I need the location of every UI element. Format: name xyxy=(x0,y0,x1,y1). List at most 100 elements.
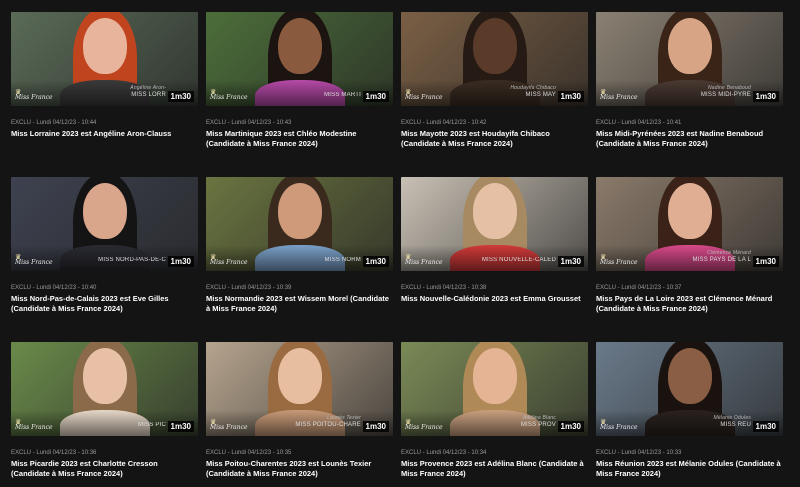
video-card[interactable]: ♛ Miss France Houdayifa Chibaco MISS MAY 1… xyxy=(401,12,588,149)
miss-france-logo: ♛ Miss France xyxy=(600,89,638,101)
duration-badge: 1m30 xyxy=(167,421,194,432)
logo-text: Miss France xyxy=(15,259,53,266)
video-card[interactable]: ♛ Miss France MISS NORM 1m30 EXCLU - Lund… xyxy=(206,177,393,314)
thumbnail-face xyxy=(667,18,712,74)
video-title[interactable]: Miss Mayotte 2023 est Houdayifa Chibaco … xyxy=(401,129,588,149)
thumbnail-face xyxy=(472,348,517,404)
miss-france-logo: ♛ Miss France xyxy=(405,419,443,431)
thumbnail-caption-title: MISS PAYS DE LA L xyxy=(692,257,751,263)
video-thumbnail[interactable]: ♛ Miss France Lounès Texier MISS POITOU-CH… xyxy=(206,342,393,436)
thumbnail-caption-title: MISS MIDI-PYRE xyxy=(700,92,751,98)
thumbnail-caption: Lounès Texier MISS POITOU-CHARE xyxy=(295,415,361,429)
video-title[interactable]: Miss Réunion 2023 est Mélanie Odules (Ca… xyxy=(596,459,783,479)
logo-text: Miss France xyxy=(600,424,638,431)
video-thumbnail[interactable]: ♛ Miss France Clémence Ménard MISS PAYS DE… xyxy=(596,177,783,271)
thumbnail-face xyxy=(82,18,127,74)
video-title[interactable]: Miss Nouvelle-Calédonie 2023 est Emma Gr… xyxy=(401,294,588,304)
thumbnail-caption-name: Nadine Benaboud xyxy=(707,85,751,91)
thumbnail-face xyxy=(472,183,517,239)
logo-text: Miss France xyxy=(405,259,443,266)
video-meta: EXCLU - Lundi 04/12/23 - 10:42 xyxy=(401,120,487,126)
logo-text: Miss France xyxy=(405,94,443,101)
thumbnail-caption-title: MISS POITOU-CHARE xyxy=(295,422,361,428)
video-card[interactable]: ♛ Miss France Angéline Aron- MISS LORR 1m3… xyxy=(11,12,198,139)
thumbnail-caption-title: MISS NOUVELLE-CALED xyxy=(481,257,556,263)
thumbnail-caption-title: MISS NORM xyxy=(324,257,361,263)
miss-france-logo: ♛ Miss France xyxy=(405,89,443,101)
miss-france-logo: ♛ Miss France xyxy=(210,419,248,431)
video-thumbnail[interactable]: ♛ Miss France Mélanie Odules MISS REU 1m30 xyxy=(596,342,783,436)
video-title[interactable]: Miss Normandie 2023 est Wissem Morel (Ca… xyxy=(206,294,393,314)
video-thumbnail[interactable]: ♛ Miss France MISS PIC 1m30 xyxy=(11,342,198,436)
video-title[interactable]: Miss Picardie 2023 est Charlotte Cresson… xyxy=(11,459,198,479)
thumbnail-caption: MISS PIC xyxy=(138,422,166,429)
thumbnail-caption: MISS NORM xyxy=(325,257,361,264)
logo-text: Miss France xyxy=(15,424,53,431)
video-thumbnail[interactable]: ♛ Miss France Adélina Blanc MISS PROV 1m30 xyxy=(401,342,588,436)
video-card[interactable]: ♛ Miss France MISS MARTI 1m30 EXCLU - Lun… xyxy=(206,12,393,149)
duration-badge: 1m30 xyxy=(167,256,194,267)
video-card[interactable]: ♛ Miss France Mélanie Odules MISS REU 1m30… xyxy=(596,342,783,479)
video-meta: EXCLU - Lundi 04/12/23 - 10:33 xyxy=(596,450,682,456)
duration-badge: 1m30 xyxy=(557,256,584,267)
video-card[interactable]: ♛ Miss France MISS NOUVELLE-CALED 1m30 EX… xyxy=(401,177,588,304)
duration-badge: 1m30 xyxy=(557,421,584,432)
video-card[interactable]: ♛ Miss France MISS NORD-PAS-DE-C 1m30 EXC… xyxy=(11,177,198,314)
duration-badge: 1m30 xyxy=(752,91,779,102)
video-meta: EXCLU - Lundi 04/12/23 - 10:43 xyxy=(206,120,292,126)
thumbnail-face xyxy=(277,183,322,239)
duration-badge: 1m30 xyxy=(362,256,389,267)
thumbnail-caption-name: Houdayifa Chibaco xyxy=(510,85,556,91)
miss-france-logo: ♛ Miss France xyxy=(210,89,248,101)
miss-france-logo: ♛ Miss France xyxy=(600,254,638,266)
video-card[interactable]: ♛ Miss France Lounès Texier MISS POITOU-CH… xyxy=(206,342,393,479)
video-meta: EXCLU - Lundi 04/12/23 - 10:39 xyxy=(206,285,292,291)
duration-badge: 1m30 xyxy=(752,256,779,267)
video-meta: EXCLU - Lundi 04/12/23 - 10:38 xyxy=(401,285,487,291)
video-title[interactable]: Miss Poitou-Charentes 2023 est Lounès Te… xyxy=(206,459,393,479)
logo-text: Miss France xyxy=(210,424,248,431)
thumbnail-caption-title: MISS MARTI xyxy=(324,92,361,98)
thumbnail-caption-name: Mélanie Odules xyxy=(713,415,751,421)
video-card[interactable]: ♛ Miss France Clémence Ménard MISS PAYS DE… xyxy=(596,177,783,314)
logo-text: Miss France xyxy=(210,259,248,266)
thumbnail-caption-name: Angéline Aron- xyxy=(130,85,166,91)
thumbnail-caption-title: MISS MAY xyxy=(525,92,556,98)
video-meta: EXCLU - Lundi 04/12/23 - 10:41 xyxy=(596,120,682,126)
video-title[interactable]: Miss Nord-Pas-de-Calais 2023 est Eve Gil… xyxy=(11,294,198,314)
video-title[interactable]: Miss Provence 2023 est Adélina Blanc (Ca… xyxy=(401,459,588,479)
video-card[interactable]: ♛ Miss France MISS PIC 1m30 EXCLU - Lundi… xyxy=(11,342,198,479)
thumbnail-face xyxy=(277,348,322,404)
duration-badge: 1m30 xyxy=(362,421,389,432)
thumbnail-caption-title: MISS REU xyxy=(720,422,751,428)
video-title[interactable]: Miss Lorraine 2023 est Angéline Aron-Cla… xyxy=(11,129,198,139)
logo-text: Miss France xyxy=(405,424,443,431)
duration-badge: 1m30 xyxy=(362,91,389,102)
duration-badge: 1m30 xyxy=(752,421,779,432)
thumbnail-caption: Angéline Aron- MISS LORR xyxy=(130,85,166,99)
logo-text: Miss France xyxy=(210,94,248,101)
video-meta: EXCLU - Lundi 04/12/23 - 10:44 xyxy=(11,120,97,126)
video-title[interactable]: Miss Martinique 2023 est Chléo Modestine… xyxy=(206,129,393,149)
miss-france-logo: ♛ Miss France xyxy=(210,254,248,266)
thumbnail-caption: Clémence Ménard MISS PAYS DE LA L xyxy=(692,250,751,264)
video-thumbnail[interactable]: ♛ Miss France MISS MARTI 1m30 xyxy=(206,12,393,106)
video-thumbnail[interactable]: ♛ Miss France Angéline Aron- MISS LORR 1m3… xyxy=(11,12,198,106)
video-card[interactable]: ♛ Miss France Adélina Blanc MISS PROV 1m30… xyxy=(401,342,588,479)
video-thumbnail[interactable]: ♛ Miss France MISS NORM 1m30 xyxy=(206,177,393,271)
video-thumbnail[interactable]: ♛ Miss France MISS NOUVELLE-CALED 1m30 xyxy=(401,177,588,271)
video-thumbnail[interactable]: ♛ Miss France Nadine Benaboud MISS MIDI-PY… xyxy=(596,12,783,106)
thumbnail-face xyxy=(82,183,127,239)
miss-france-logo: ♛ Miss France xyxy=(600,419,638,431)
thumbnail-caption: Adélina Blanc MISS PROV xyxy=(521,415,556,429)
video-meta: EXCLU - Lundi 04/12/23 - 10:37 xyxy=(596,285,682,291)
video-thumbnail[interactable]: ♛ Miss France Houdayifa Chibaco MISS MAY 1… xyxy=(401,12,588,106)
thumbnail-caption: MISS NOUVELLE-CALED xyxy=(482,257,556,264)
video-title[interactable]: Miss Midi-Pyrénées 2023 est Nadine Benab… xyxy=(596,129,783,149)
thumbnail-caption-title: MISS LORR xyxy=(131,92,166,98)
video-card[interactable]: ♛ Miss France Nadine Benaboud MISS MIDI-PY… xyxy=(596,12,783,149)
video-thumbnail[interactable]: ♛ Miss France MISS NORD-PAS-DE-C 1m30 xyxy=(11,177,198,271)
video-meta: EXCLU - Lundi 04/12/23 - 10:36 xyxy=(11,450,97,456)
thumbnail-face xyxy=(277,18,322,74)
video-title[interactable]: Miss Pays de La Loire 2023 est Clémence … xyxy=(596,294,783,314)
